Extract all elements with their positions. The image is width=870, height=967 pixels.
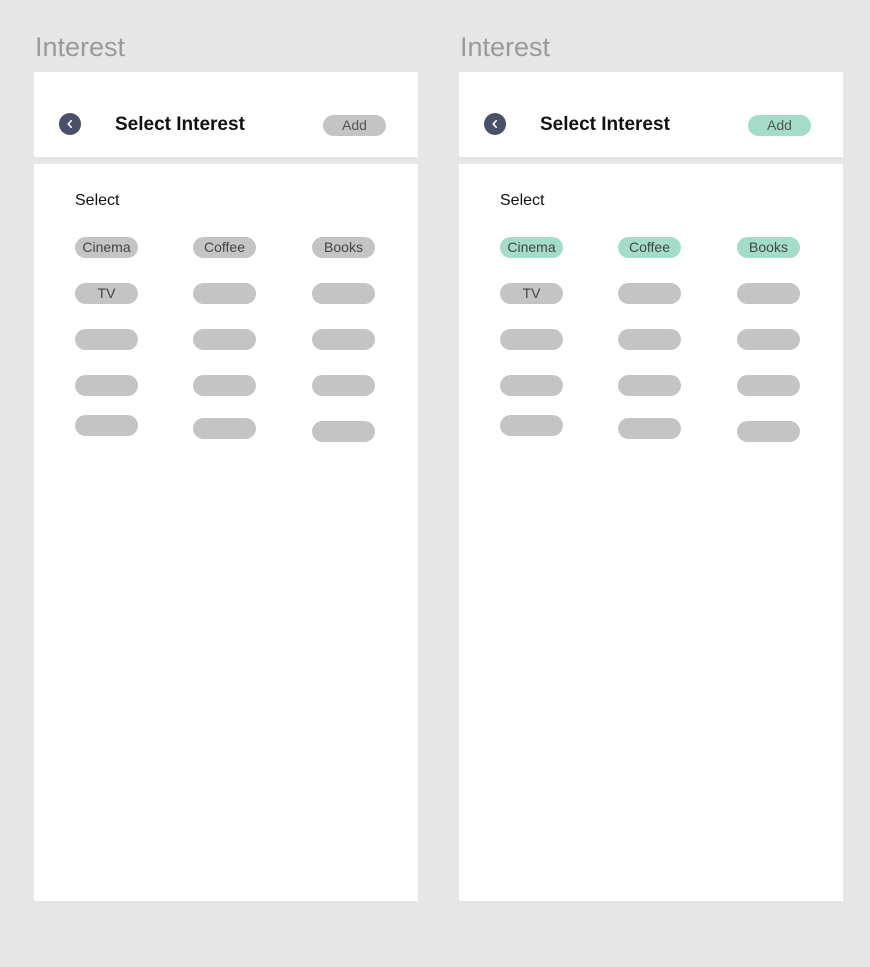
interest-chip-tv[interactable]: TV [75,283,138,304]
interest-chip[interactable] [75,415,138,436]
interest-chip[interactable] [618,283,681,304]
interest-chip-books[interactable]: Books [737,237,800,258]
interest-chip[interactable] [737,329,800,350]
interest-chip-tv[interactable]: TV [500,283,563,304]
interest-chip-coffee[interactable]: Coffee [193,237,256,258]
chevron-left-icon [492,120,497,128]
page-title: Select Interest [115,114,245,135]
board-title: Interest [35,32,126,62]
header-bar: Select Interest Add [459,72,843,157]
add-button[interactable]: Add [323,115,386,136]
interest-chip[interactable] [312,421,375,442]
back-button[interactable] [484,113,506,135]
interest-chip[interactable] [312,329,375,350]
board-title: Interest [460,32,551,62]
header-bar: Select Interest Add [34,72,418,157]
interest-chip[interactable] [737,283,800,304]
interest-chip-coffee[interactable]: Coffee [618,237,681,258]
interest-chip[interactable] [618,329,681,350]
chevron-left-icon [67,120,72,128]
interest-chip[interactable] [75,375,138,396]
back-button[interactable] [59,113,81,135]
interest-chip[interactable] [618,375,681,396]
interest-chip[interactable] [737,421,800,442]
interest-chip[interactable] [312,375,375,396]
interest-chip[interactable] [193,283,256,304]
interest-chip-cinema[interactable]: Cinema [75,237,138,258]
interest-chip[interactable] [500,375,563,396]
interest-chip-books[interactable]: Books [312,237,375,258]
interest-chip-cinema[interactable]: Cinema [500,237,563,258]
interest-chip[interactable] [193,375,256,396]
section-label: Select [500,192,545,209]
interest-chip[interactable] [193,329,256,350]
interest-chip[interactable] [312,283,375,304]
interest-chip[interactable] [75,329,138,350]
interest-chip[interactable] [618,418,681,439]
interest-chip[interactable] [500,329,563,350]
interest-chip[interactable] [737,375,800,396]
page-title: Select Interest [540,114,670,135]
interest-list-panel: Select Cinema Coffee Books TV [34,164,418,901]
add-button[interactable]: Add [748,115,811,136]
interest-list-panel: Select Cinema Coffee Books TV [459,164,843,901]
interest-chip[interactable] [193,418,256,439]
interest-chip[interactable] [500,415,563,436]
section-label: Select [75,192,120,209]
